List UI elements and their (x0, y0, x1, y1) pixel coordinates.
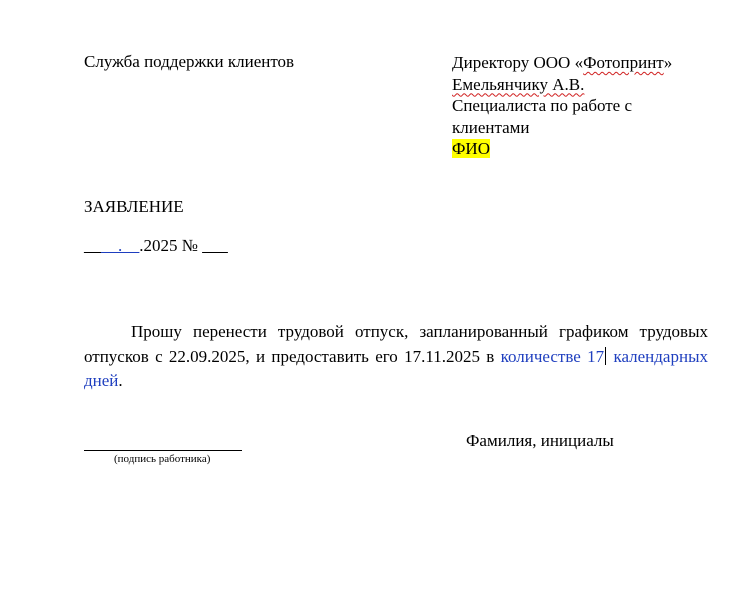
signature-line (84, 450, 242, 451)
addressee-block: Директору ООО «Фотопринт» Емельянчику А.… (452, 52, 672, 160)
director-name-text: Емельянчику А.В. (452, 74, 585, 94)
signature-caption: (подпись работника) (114, 453, 211, 465)
department-name: Служба поддержки клиентов (84, 52, 295, 71)
number-blank: ___ (202, 236, 228, 255)
application-body[interactable]: Прошу перенести трудовой отпуск, заплани… (84, 320, 708, 394)
date-day-month-blank: __.__ (101, 236, 140, 255)
date-day-blank: __ (84, 236, 101, 255)
company-name: Фотопринт (583, 53, 664, 72)
sender-position-line-1: Специалиста по работе с (452, 96, 633, 115)
fullname-label: Фамилия, инициалы (466, 431, 614, 450)
addressee-director-line: Директору ООО «Фотопринт» (452, 52, 672, 74)
document-title: ЗАЯВЛЕНИЕ (84, 197, 184, 216)
date-number-line: ____.__.2025 № ___ (84, 236, 228, 256)
addressee-to-prefix: Директору ООО « (452, 53, 584, 72)
body-quantity-text: количестве 17 (500, 346, 605, 366)
sender-name-highlight: ФИО (452, 139, 490, 158)
addressee-to-suffix: » (663, 53, 673, 72)
date-year: .2025 (139, 236, 178, 255)
number-label: № (177, 236, 203, 255)
body-end-punct: . (118, 371, 123, 390)
text-cursor (605, 346, 607, 365)
director-name: Емельянчику А.В. (452, 74, 672, 96)
sender-name-line: ФИО (452, 138, 672, 160)
sender-position-line-2: клиентами (452, 117, 530, 137)
